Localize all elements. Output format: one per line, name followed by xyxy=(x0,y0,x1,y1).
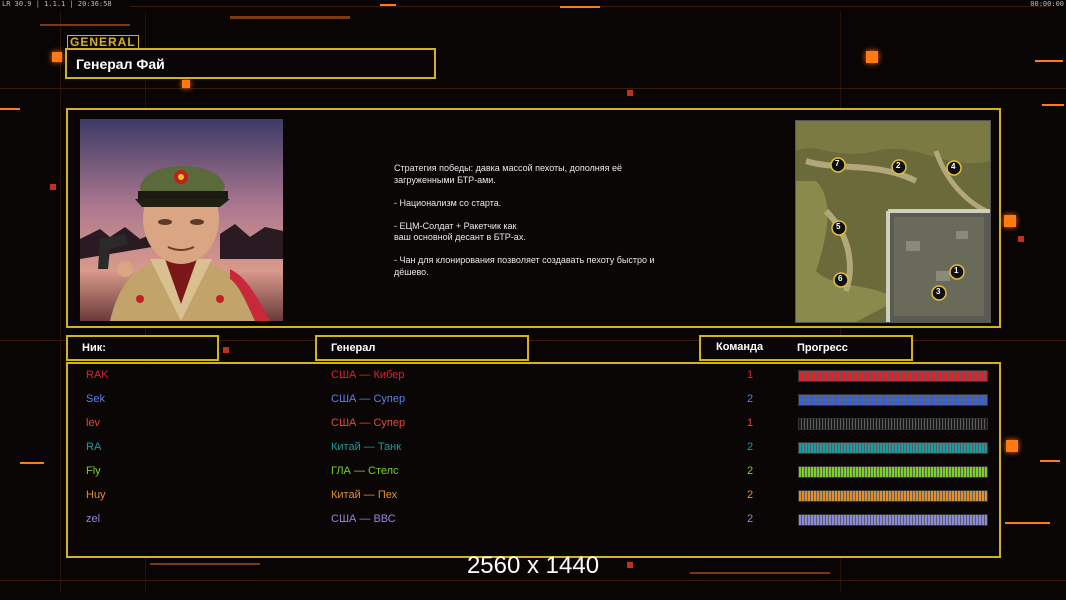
player-general: США — Супер xyxy=(331,417,406,429)
progress-fill xyxy=(799,371,987,381)
general-info-panel: Стратегия победы: давка массой пехоты, д… xyxy=(66,108,1001,328)
general-description: Стратегия победы: давка массой пехоты, д… xyxy=(394,163,655,277)
general-name-box: Генерал Фай xyxy=(65,48,436,79)
map-start-label: 2 xyxy=(896,161,901,170)
nick-header-box: Ник: xyxy=(66,335,219,361)
players-table: RAK США — Кибер 1 Sek США — Супер 2 lev США — С… xyxy=(66,362,1001,558)
player-team: 2 xyxy=(746,441,754,453)
progress-bar xyxy=(798,418,988,430)
player-general: США — Супер xyxy=(331,393,406,405)
resolution-watermark: 2560 x 1440 xyxy=(466,552,600,579)
hud-clock: 00:00:00 xyxy=(1030,0,1064,8)
progress-bar xyxy=(798,490,988,502)
progress-fill xyxy=(799,395,987,405)
nick-header: Ник: xyxy=(82,342,106,354)
map-start-label: 4 xyxy=(951,162,956,171)
player-team: 2 xyxy=(746,465,754,477)
table-row: RA Китай — Танк 2 xyxy=(68,439,999,457)
progress-header: Прогресс xyxy=(797,342,848,354)
player-team: 2 xyxy=(746,393,754,405)
map-start-label: 7 xyxy=(835,159,840,168)
progress-bar xyxy=(798,466,988,478)
player-general: ГЛА — Стелс xyxy=(331,465,399,477)
table-row: Sek США — Супер 2 xyxy=(68,391,999,409)
progress-fill xyxy=(799,515,987,525)
table-row: zel США — ВВС 2 xyxy=(68,511,999,529)
player-general: США — ВВС xyxy=(331,513,396,525)
player-team: 2 xyxy=(746,489,754,501)
progress-bar xyxy=(798,370,988,382)
player-general: Китай — Пех xyxy=(331,489,398,501)
progress-bar xyxy=(798,442,988,454)
general-tag: GENERAL xyxy=(67,35,139,49)
map-start-label: 1 xyxy=(954,266,959,275)
map-start-label: 6 xyxy=(838,274,843,283)
progress-bar xyxy=(798,394,988,406)
map-start-label: 3 xyxy=(936,287,941,296)
player-nick: RA xyxy=(86,441,102,453)
hud-status-readout: LR 30.9 | 1.1.1 | 20:36:58 xyxy=(2,0,112,8)
player-nick: zel xyxy=(86,513,101,525)
table-row: Fly ГЛА — Стелс 2 xyxy=(68,463,999,481)
general-header-box: Генерал xyxy=(315,335,529,361)
player-general: США — Кибер xyxy=(331,369,405,381)
map-start-label: 5 xyxy=(836,222,841,231)
player-team: 1 xyxy=(746,369,754,381)
table-row: RAK США — Кибер 1 xyxy=(68,367,999,385)
team-progress-header-box: Команда Прогресс xyxy=(699,335,913,361)
player-nick: lev xyxy=(86,417,101,429)
player-nick: Huy xyxy=(86,489,106,501)
progress-fill xyxy=(799,419,987,429)
map-preview: 7 2 4 5 1 6 3 xyxy=(795,120,991,323)
general-header: Генерал xyxy=(331,342,376,354)
player-nick: RAK xyxy=(86,369,109,381)
table-row: Huy Китай — Пех 2 xyxy=(68,487,999,505)
progress-fill xyxy=(799,467,987,477)
player-nick: Sek xyxy=(86,393,105,405)
player-team: 1 xyxy=(746,417,754,429)
team-header: Команда xyxy=(716,341,764,353)
table-row: lev США — Супер 1 xyxy=(68,415,999,433)
progress-fill xyxy=(799,443,987,453)
player-team: 2 xyxy=(746,513,754,525)
player-general: Китай — Танк xyxy=(331,441,402,453)
player-nick: Fly xyxy=(86,465,101,477)
general-name: Генерал Фай xyxy=(76,56,165,72)
progress-bar xyxy=(798,514,988,526)
general-portrait xyxy=(80,119,283,321)
progress-fill xyxy=(799,491,987,501)
